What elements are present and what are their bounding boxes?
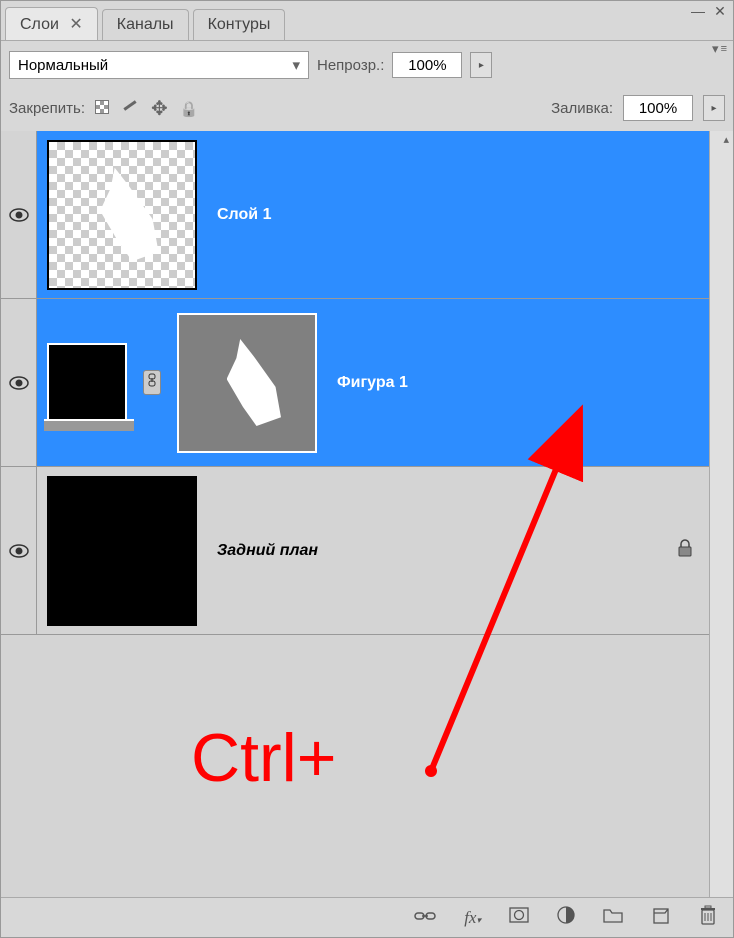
opacity-slider-button[interactable]: ▸: [470, 52, 492, 78]
blend-mode-select[interactable]: Нормальный ▾: [9, 51, 309, 79]
layers-list: Слой 1 Фигура 1: [1, 131, 709, 897]
minimize-button[interactable]: —: [689, 3, 707, 19]
lock-pixels-icon[interactable]: [121, 98, 139, 119]
tab-label: Контуры: [208, 16, 271, 33]
vector-mask-thumbnail[interactable]: [177, 313, 317, 453]
layer-mask-icon[interactable]: [509, 907, 529, 928]
window-controls: — ✕: [689, 3, 729, 19]
tab-close-icon[interactable]: ✕: [69, 16, 82, 33]
layer-name[interactable]: Слой 1: [217, 206, 271, 224]
new-layer-icon[interactable]: [651, 906, 671, 929]
lock-position-icon[interactable]: [151, 96, 168, 121]
dropdown-arrow-icon: ▾: [292, 56, 300, 74]
tab-label: Каналы: [117, 16, 174, 33]
delete-layer-icon[interactable]: [699, 905, 717, 930]
visibility-toggle[interactable]: [1, 467, 37, 634]
blend-mode-value: Нормальный: [18, 57, 108, 74]
panel-menu-button[interactable]: ▾≡: [712, 41, 727, 57]
wing-shape: [100, 168, 158, 261]
lock-icons: [95, 96, 198, 121]
fill-label: Заливка:: [551, 100, 613, 117]
layer-thumbnail[interactable]: [47, 476, 197, 626]
blend-opacity-row: Нормальный ▾ Непрозр.: 100% ▸: [1, 41, 733, 89]
tab-paths[interactable]: Контуры: [193, 9, 286, 40]
layer-thumbnail[interactable]: [47, 140, 197, 290]
opacity-input[interactable]: 100%: [392, 52, 462, 78]
layers-container: Слой 1 Фигура 1: [1, 131, 733, 897]
visibility-toggle[interactable]: [1, 131, 37, 298]
color-fill-thumbnail[interactable]: [47, 343, 127, 423]
layer-name[interactable]: Задний план: [217, 542, 318, 560]
opacity-value: 100%: [408, 57, 446, 74]
tab-bar: Слои ✕ Каналы Контуры: [1, 1, 733, 41]
lock-label: Закрепить:: [9, 100, 85, 117]
layer-row[interactable]: Фигура 1: [1, 299, 709, 467]
scroll-up-icon[interactable]: ▴: [723, 133, 729, 146]
visibility-toggle[interactable]: [1, 299, 37, 466]
layer-row[interactable]: Задний план: [1, 467, 709, 635]
lock-fill-row: Закрепить: Заливка: 100% ▸: [1, 89, 733, 131]
adjustment-layer-icon[interactable]: [557, 906, 575, 929]
group-layers-icon[interactable]: [603, 907, 623, 928]
link-layers-icon[interactable]: [414, 907, 436, 928]
tab-channels[interactable]: Каналы: [102, 9, 189, 40]
lock-transparency-icon[interactable]: [95, 98, 109, 119]
layers-footer: fx▾: [1, 897, 733, 937]
opacity-label: Непрозр.:: [317, 57, 384, 74]
tab-label: Слои: [20, 16, 59, 33]
lock-all-icon[interactable]: [180, 98, 199, 119]
link-mask-icon[interactable]: [143, 370, 161, 395]
layer-effects-button[interactable]: fx▾: [464, 908, 481, 928]
tab-layers[interactable]: Слои ✕: [5, 7, 98, 40]
layers-panel: — ✕ ▾≡ Слои ✕ Каналы Контуры Нормальный …: [0, 0, 734, 938]
fill-input[interactable]: 100%: [623, 95, 693, 121]
wing-shape: [227, 339, 281, 426]
annotation-text: Ctrl+: [191, 719, 336, 797]
scrollbar[interactable]: ▴: [709, 131, 733, 897]
fill-value: 100%: [639, 100, 677, 117]
layer-name[interactable]: Фигура 1: [337, 374, 408, 392]
layer-row[interactable]: Слой 1: [1, 131, 709, 299]
fill-slider-button[interactable]: ▸: [703, 95, 725, 121]
layer-lock-icon: [677, 539, 693, 562]
close-button[interactable]: ✕: [711, 3, 729, 19]
